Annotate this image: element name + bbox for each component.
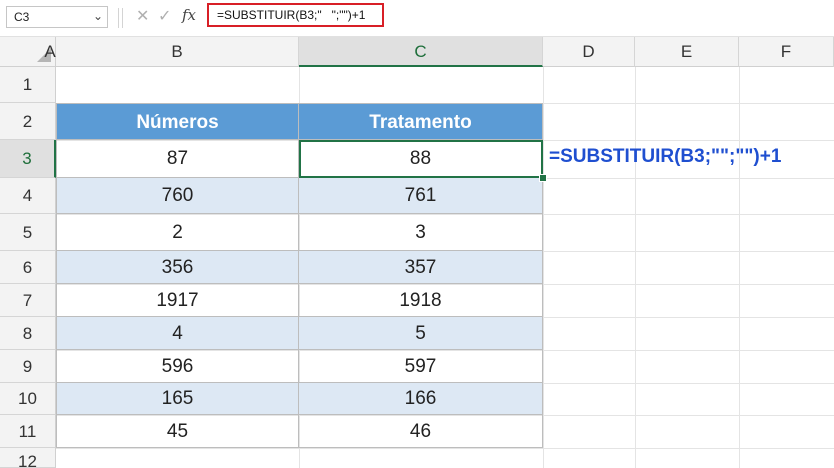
gridline [56,448,834,449]
table-cell-c10[interactable]: 166 [299,383,543,415]
table-cell-c7[interactable]: 1918 [299,284,543,317]
table-cell-b11[interactable]: 45 [56,415,299,448]
row-header-4[interactable]: 4 [0,178,56,214]
table-cell-b10[interactable]: 165 [56,383,299,415]
row-header-5[interactable]: 5 [0,214,56,251]
row-header-7[interactable]: 7 [0,284,56,317]
cancel-icon[interactable]: ✕ [136,6,149,26]
fill-handle[interactable] [539,174,547,182]
table-cell-c11[interactable]: 46 [299,415,543,448]
row-header-6[interactable]: 6 [0,251,56,284]
table-cell-c4[interactable]: 761 [299,178,543,214]
column-header-b[interactable]: B [56,37,299,67]
table-header-tratamento[interactable]: Tratamento [299,103,543,140]
table-header-numeros[interactable]: Números [56,103,299,140]
column-header-d[interactable]: D [543,37,635,67]
gridline [543,67,544,468]
table-cell-b5[interactable]: 2 [56,214,299,251]
check-icon[interactable]: ✓ [158,6,171,26]
name-box[interactable]: C3 ⌄ [6,6,108,28]
table-cell-c8[interactable]: 5 [299,317,543,350]
name-box-value: C3 [14,10,30,24]
row-header-11[interactable]: 11 [0,415,56,448]
table-cell-b9[interactable]: 596 [56,350,299,383]
table-cell-c9[interactable]: 597 [299,350,543,383]
table-cell-c5[interactable]: 3 [299,214,543,251]
table-cell-b3[interactable]: 87 [56,140,299,178]
formula-annotation: =SUBSTITUIR(B3;"";"")+1 [549,146,782,167]
row-header-9[interactable]: 9 [0,350,56,383]
chevron-down-icon[interactable]: ⌄ [93,9,103,23]
divider [122,8,123,28]
row-header-1[interactable]: 1 [0,67,56,103]
column-header-e[interactable]: E [635,37,739,67]
gridline [739,67,740,468]
table-cell-b4[interactable]: 760 [56,178,299,214]
table-cell-b8[interactable]: 4 [56,317,299,350]
row-header-10[interactable]: 10 [0,383,56,415]
row-header-12[interactable]: 12 [0,448,56,468]
column-header-a[interactable]: A [44,37,56,67]
table-cell-b7[interactable]: 1917 [56,284,299,317]
formula-bar: C3 ⌄ ✕ ✓ fx =SUBSTITUIR(B3;" ";"")+1 [0,0,834,37]
column-header-c[interactable]: C [299,37,543,67]
table-cell-b6[interactable]: 356 [56,251,299,284]
table-cell-c6[interactable]: 357 [299,251,543,284]
formula-input[interactable]: =SUBSTITUIR(B3;" ";"")+1 [207,3,384,27]
active-cell-border [299,140,543,178]
insert-function-icon[interactable]: fx [182,6,196,24]
row-header-3[interactable]: 3 [0,140,56,178]
gridline [635,67,636,468]
column-header-f[interactable]: F [739,37,834,67]
row-header-8[interactable]: 8 [0,317,56,350]
formula-text: =SUBSTITUIR(B3;" ";"")+1 [217,8,366,22]
row-header-2[interactable]: 2 [0,103,56,140]
divider [118,8,119,28]
